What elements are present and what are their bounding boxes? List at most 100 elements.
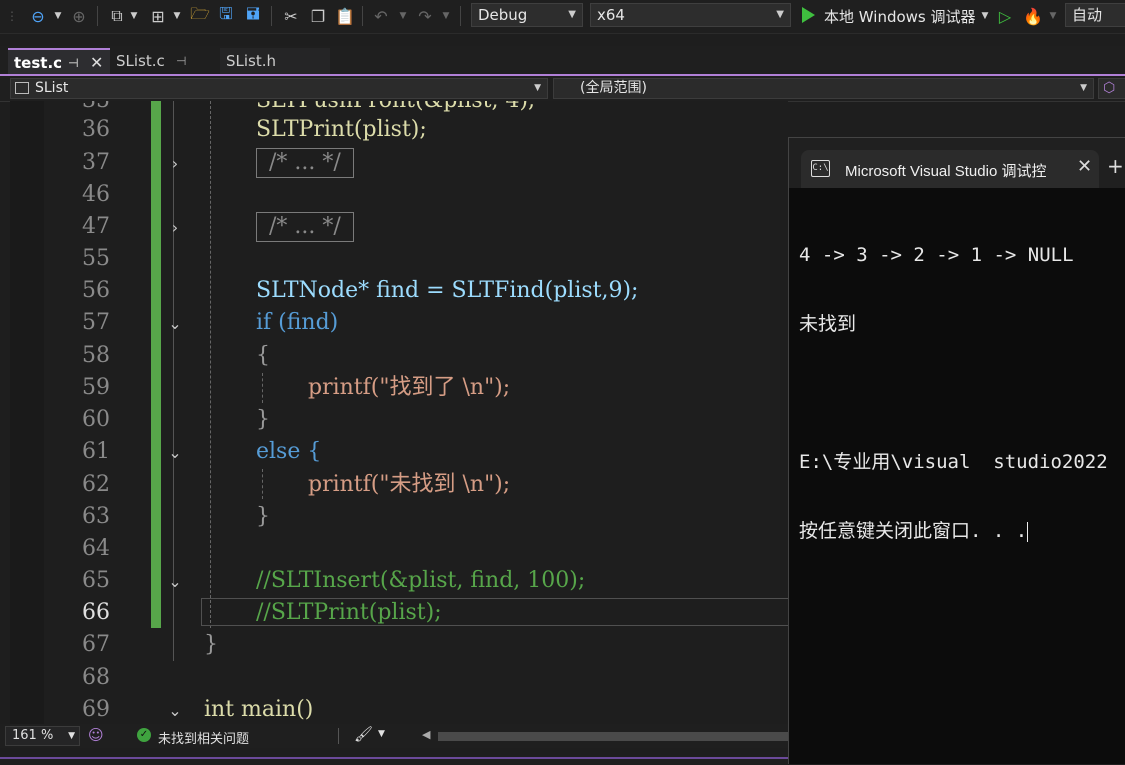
code-text[interactable]: } <box>204 629 218 661</box>
line-number: 37 <box>82 150 110 175</box>
toolbar-separator <box>362 6 363 26</box>
code-text[interactable]: if (find) <box>256 307 338 339</box>
scroll-left-icon[interactable]: ◀ <box>422 728 430 741</box>
forward-icon[interactable]: ⊕ <box>68 5 90 27</box>
pin-icon[interactable]: ⊣ <box>68 50 79 76</box>
tab-label: SList.h <box>226 52 277 70</box>
code-text[interactable]: //SLTInsert(&plist, find, 100); <box>256 565 585 597</box>
start-debugging-button[interactable]: 本地 Windows 调试器 <box>824 6 976 27</box>
horizontal-scrollbar[interactable] <box>438 732 788 741</box>
copilot-icon[interactable]: ☺ <box>88 726 104 744</box>
line-number: 59 <box>82 375 110 400</box>
zoom-dropdown[interactable]: 161 % ▼ <box>5 726 80 746</box>
line-number: 61 <box>82 439 110 464</box>
chevron-down-icon[interactable]: ▼ <box>378 729 385 739</box>
save-all-icon[interactable]: 🖬 <box>242 4 264 27</box>
undo-icon[interactable]: ↶ <box>370 5 392 27</box>
configuration-dropdown[interactable]: Debug ▼ <box>471 3 583 27</box>
add-item-icon[interactable]: ⊞ <box>147 5 169 27</box>
code-text[interactable]: SLTNode* find = SLTFind(plist,9); <box>256 275 638 307</box>
code-text[interactable]: printf("未找到 \n"); <box>308 469 510 501</box>
line-number: 66 <box>82 600 110 625</box>
copy-icon[interactable]: ❐ <box>307 5 329 27</box>
platform-dropdown[interactable]: x64 ▼ <box>590 3 791 27</box>
add-item-dropdown-icon[interactable]: ▼ <box>172 5 182 27</box>
console-title: Microsoft Visual Studio 调试控 <box>845 163 1047 180</box>
member-dropdown[interactable]: ⬡ <box>1098 78 1125 99</box>
collapsed-region[interactable]: /* ... */ <box>256 211 354 243</box>
undo-dropdown-icon[interactable]: ▼ <box>398 5 408 27</box>
open-folder-icon[interactable]: 🗁 <box>189 4 211 27</box>
code-text[interactable]: printf("找到了 \n"); <box>308 372 510 404</box>
scope-dropdown[interactable]: (全局范围) ▼ <box>553 78 1094 99</box>
hot-reload-dropdown-icon[interactable]: ▼ <box>1048 5 1058 27</box>
expand-icon[interactable]: › <box>165 147 185 179</box>
collapsed-region[interactable]: /* ... */ <box>256 147 354 179</box>
issues-status[interactable]: 未找到相关问题 <box>158 728 249 747</box>
code-text[interactable]: { <box>256 340 270 372</box>
console-line: E:\专业用\visual studio2022 <box>799 451 1108 473</box>
paste-icon[interactable]: 📋 <box>334 5 356 27</box>
new-project-dropdown-icon[interactable]: ▼ <box>129 5 139 27</box>
tab-test-c[interactable]: test.c ⊣ ✕ <box>8 48 110 74</box>
tab-slist-c[interactable]: SList.c ⊣ <box>110 48 220 74</box>
back-icon[interactable]: ⊖ <box>27 5 49 27</box>
expand-icon[interactable]: › <box>165 211 185 243</box>
toolbar-separator <box>97 6 98 26</box>
cube-icon: ⬡ <box>1103 80 1116 96</box>
code-line: 46 <box>10 179 788 211</box>
code-line: 64 <box>10 533 788 565</box>
collapse-icon[interactable]: ⌄ <box>165 436 185 468</box>
console-icon: C:\ <box>811 160 830 177</box>
auto-value: 自动 <box>1072 6 1103 24</box>
scope-name: (全局范围) <box>580 80 647 96</box>
console-tab[interactable]: C:\ Microsoft Visual Studio 调试控 ✕ <box>801 150 1099 188</box>
toolbar-separator <box>271 6 272 26</box>
redo-icon[interactable]: ↷ <box>414 5 436 27</box>
back-dropdown-icon[interactable]: ▼ <box>53 5 63 27</box>
code-line: 55 <box>10 243 788 275</box>
code-text[interactable]: //SLTPrint(plist); <box>256 597 442 629</box>
collapse-icon[interactable]: ⌄ <box>165 307 185 339</box>
chevron-down-icon: ▼ <box>68 731 75 741</box>
console-prompt: 按任意键关闭此窗口. . . <box>799 520 1028 542</box>
chevron-down-icon: ▼ <box>776 9 784 20</box>
tab-label: SList.c <box>116 52 165 70</box>
pin-icon[interactable]: ⊣ <box>176 48 186 74</box>
code-line: 62 printf("未找到 \n"); <box>10 469 788 501</box>
close-icon[interactable]: ✕ <box>90 50 103 76</box>
code-editor[interactable]: 35 SLTPushFront(&plist, 4); 36 SLTPrint(… <box>10 101 788 724</box>
code-line: 68 <box>10 662 788 694</box>
code-text[interactable]: SLTPrint(plist); <box>256 114 427 146</box>
code-text[interactable]: } <box>256 501 270 533</box>
start-debugging-icon[interactable] <box>802 7 815 23</box>
auto-dropdown[interactable]: 自动 <box>1065 3 1125 27</box>
close-icon[interactable]: ✕ <box>1077 156 1092 177</box>
collapse-icon[interactable]: ⌄ <box>165 694 185 724</box>
text-cursor <box>1027 521 1029 542</box>
code-line: 69 ⌄ int main() <box>10 694 788 724</box>
cut-icon[interactable]: ✂ <box>280 5 302 27</box>
console-output: 4 -> 3 -> 2 -> 1 -> NULL 未找到 E:\专业用\visu… <box>799 198 1108 589</box>
save-icon[interactable]: 🖫 <box>215 4 237 27</box>
hot-reload-icon[interactable]: 🔥 <box>1022 5 1044 27</box>
new-tab-icon[interactable]: + <box>1107 154 1124 178</box>
code-text[interactable]: else { <box>256 436 321 468</box>
line-number: 60 <box>82 407 110 432</box>
line-number: 57 <box>82 310 110 335</box>
line-number: 63 <box>82 504 110 529</box>
cleanup-brush-icon[interactable]: 🖌 <box>354 725 373 743</box>
debug-target-dropdown-icon[interactable]: ▼ <box>980 5 990 27</box>
collapse-icon[interactable]: ⌄ <box>165 565 185 597</box>
toolbar-grip-icon: ⋮ <box>6 9 18 23</box>
redo-dropdown-icon[interactable]: ▼ <box>441 5 451 27</box>
project-dropdown[interactable]: SList ▼ <box>10 78 548 99</box>
tab-slist-h[interactable]: SList.h <box>220 48 330 74</box>
debug-console-window[interactable]: C:\ Microsoft Visual Studio 调试控 ✕ + 4 ->… <box>788 137 1125 764</box>
new-project-icon[interactable]: ⧉ <box>106 5 128 27</box>
code-text[interactable]: } <box>256 404 270 436</box>
code-text[interactable]: int main() <box>204 694 313 724</box>
chevron-down-icon: ▼ <box>568 9 576 20</box>
start-without-debugging-icon[interactable]: ▷ <box>995 5 1015 27</box>
code-line: 67 } <box>10 629 788 661</box>
